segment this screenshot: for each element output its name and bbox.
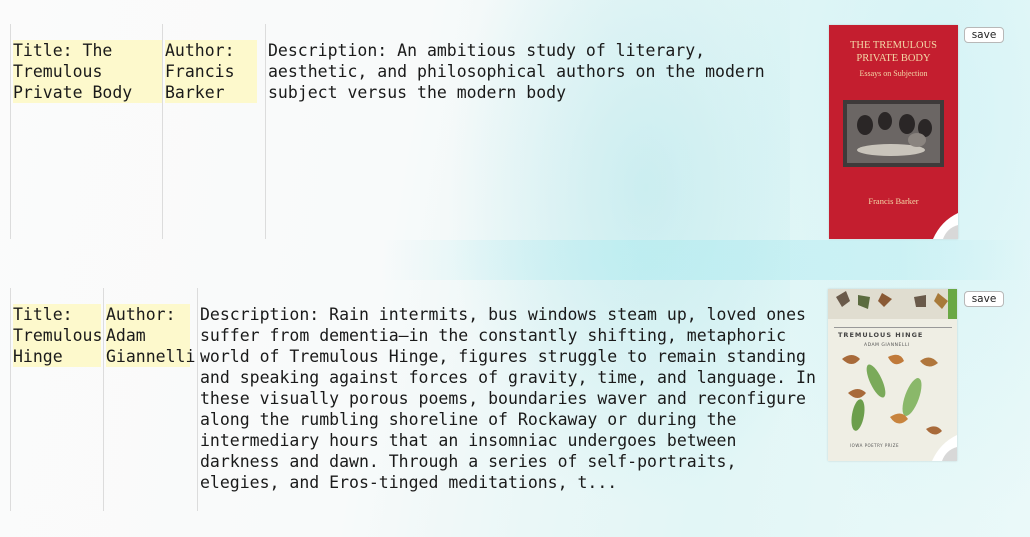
book-description: Description: Rain intermits, bus windows… bbox=[200, 305, 816, 492]
book-cover-image[interactable]: THE TREMULOUS PRIVATE BODY Essays on Sub… bbox=[829, 25, 958, 239]
cover-author: ADAM GIANNELLI bbox=[864, 342, 910, 348]
book-author: Author: Francis Barker bbox=[165, 40, 257, 103]
description-cell: Description: An ambitious study of liter… bbox=[265, 24, 825, 239]
book-description: Description: An ambitious study of liter… bbox=[268, 41, 765, 102]
cover-title-line-2: PRIVATE BODY bbox=[856, 53, 931, 64]
book-title: Title: The Tremulous Private Body bbox=[13, 40, 162, 103]
cover-art: THE TREMULOUS PRIVATE BODY Essays on Sub… bbox=[829, 25, 958, 239]
save-button[interactable]: save bbox=[964, 291, 1004, 307]
cover-publisher: IOWA POETRY PRIZE bbox=[850, 443, 899, 448]
cover-art: TREMULOUS HINGE ADAM GIANNELLI IOWA POET… bbox=[828, 289, 957, 461]
author-cell: Author: Adam Giannelli bbox=[103, 288, 197, 511]
title-cell: Title: The Tremulous Private Body bbox=[10, 24, 162, 239]
book-title: Title: Tremulous Hinge bbox=[13, 304, 103, 367]
save-button[interactable]: save bbox=[964, 27, 1004, 43]
book-author: Author: Adam Giannelli bbox=[106, 304, 196, 367]
description-cell: Description: Rain intermits, bus windows… bbox=[197, 288, 825, 511]
title-cell: Title: Tremulous Hinge bbox=[10, 288, 103, 511]
author-cell: Author: Francis Barker bbox=[162, 24, 265, 239]
cover-author: Francis Barker bbox=[868, 196, 918, 206]
cover-subtitle: Essays on Subjection bbox=[860, 69, 928, 78]
book-cover-image[interactable]: TREMULOUS HINGE ADAM GIANNELLI IOWA POET… bbox=[828, 289, 957, 461]
cover-title: TREMULOUS HINGE bbox=[838, 331, 923, 339]
cover-title-line-1: THE TREMULOUS bbox=[850, 40, 937, 51]
